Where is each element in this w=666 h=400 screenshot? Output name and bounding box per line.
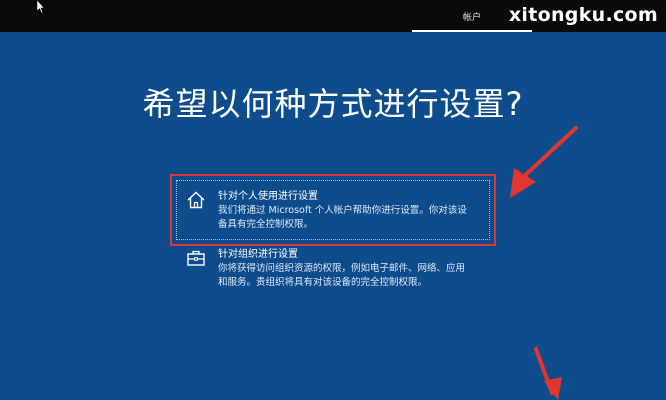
annotation-arrow-upper xyxy=(510,126,578,198)
home-icon xyxy=(187,191,205,209)
annotation-arrow-lower xyxy=(534,347,562,400)
option-description: 你将获得访问组织资源的权限，例如电子邮件、网络、应用 xyxy=(218,263,466,274)
option-description: 我们将通过 Microsoft 个人帐户帮助你进行设置。你对该设 xyxy=(218,205,467,216)
cursor-icon xyxy=(36,0,44,14)
option-description: 备具有完全控制权限。 xyxy=(218,219,314,230)
briefcase-icon xyxy=(187,250,205,266)
option-organization[interactable]: 针对组织进行设置 你将获得访问组织资源的权限，例如电子邮件、网络、应用 和服务。… xyxy=(186,248,488,290)
option-title: 针对组织进行设置 xyxy=(218,249,298,260)
option-description: 和服务。贵组织将具有对该设备的完全控制权限。 xyxy=(218,277,428,288)
top-bar: 帐户 xitongku.com xyxy=(0,0,666,32)
option-personal-use[interactable]: 针对个人使用进行设置 我们将通过 Microsoft 个人帐户帮助你进行设置。你… xyxy=(186,190,488,232)
page-title: 希望以何种方式进行设置? xyxy=(142,85,524,123)
option-title: 针对个人使用进行设置 xyxy=(218,191,318,202)
watermark-logo: xitongku.com xyxy=(508,4,658,26)
tab-underline xyxy=(412,30,532,32)
